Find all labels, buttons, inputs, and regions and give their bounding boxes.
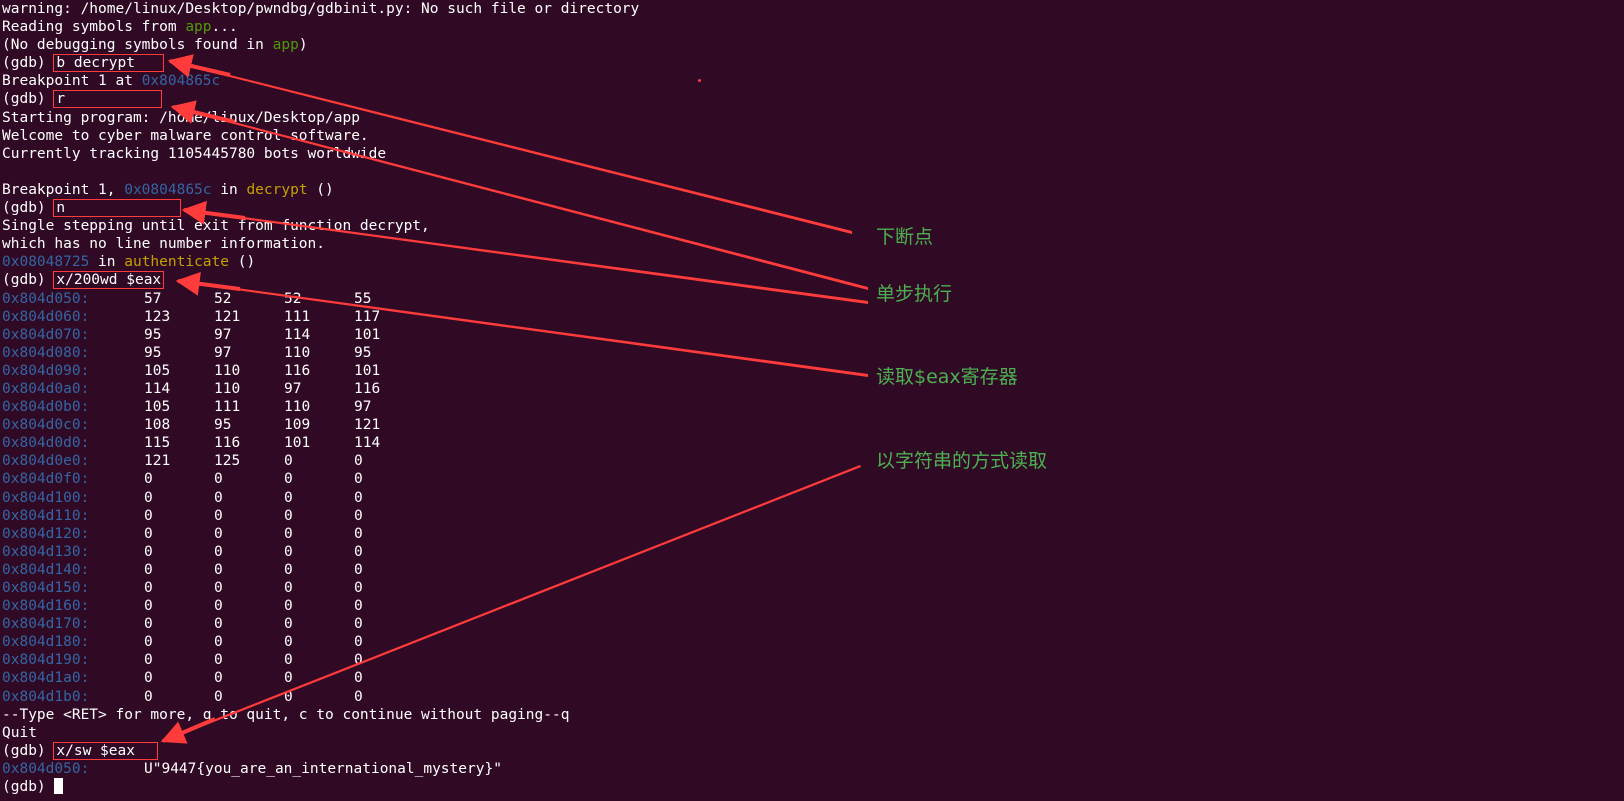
arrow-breakpoint-head: [167, 54, 231, 78]
annotation-read-string: 以字符串的方式读取: [876, 450, 1048, 472]
annotation-step: 单步执行: [876, 283, 953, 305]
arrow-run: [173, 106, 868, 290]
arrow-run-head: [170, 100, 236, 124]
arrow-read-eax: [178, 280, 868, 377]
arrow-step: [184, 209, 868, 304]
arrow-read-string-head: [160, 717, 216, 744]
arrow-breakpoint: [170, 60, 852, 234]
annotation-read-eax: 读取$eax寄存器: [876, 366, 1018, 388]
arrow-read-string: [162, 465, 861, 742]
annotation-breakpoint: 下断点: [876, 226, 934, 248]
arrow-step-head: [181, 200, 246, 225]
annotation-arrows: [160, 54, 868, 744]
arrow-read-eax-head: [175, 271, 241, 296]
